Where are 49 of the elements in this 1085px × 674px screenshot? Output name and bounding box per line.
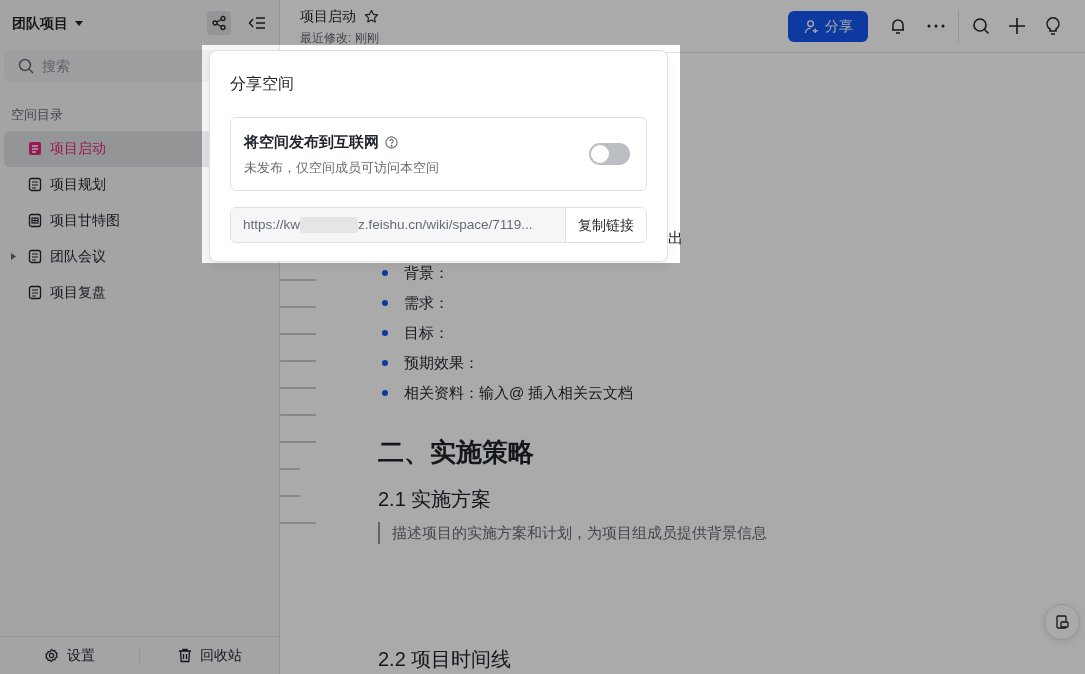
- outline-marker[interactable]: [280, 522, 316, 524]
- document-icon: [28, 141, 42, 157]
- outline-marker[interactable]: [280, 495, 300, 497]
- space-title[interactable]: 团队项目: [12, 12, 68, 34]
- share-icon[interactable]: [207, 11, 231, 35]
- last-modified-text: 最近修改: 刚刚: [300, 29, 379, 47]
- document-icon[interactable]: [1044, 604, 1080, 640]
- list-item-text: 相关资料：输入@ 插入相关云文档: [404, 382, 634, 403]
- bullet-icon: [382, 270, 388, 276]
- outline-marker[interactable]: [280, 468, 300, 470]
- add-user-icon: [803, 18, 819, 34]
- trash-icon: [177, 648, 192, 663]
- list-item-text: 背景：: [404, 262, 449, 283]
- subheading: 2.2 项目时间线: [378, 648, 512, 670]
- bullet-icon: [382, 360, 388, 366]
- document-icon: [28, 249, 42, 265]
- outline-marker[interactable]: [280, 279, 316, 281]
- subheading: 2.1 实施方案: [378, 488, 492, 510]
- settings-icon: [44, 648, 59, 663]
- paragraph-text: 出: [668, 229, 683, 246]
- trash-button[interactable]: 回收站: [140, 644, 279, 667]
- list-item-text: 预期效果：: [404, 352, 479, 373]
- settings-button[interactable]: 设置: [0, 644, 139, 667]
- bullet-icon: [382, 330, 388, 336]
- bullet-icon: [382, 390, 388, 396]
- outline-marker[interactable]: [280, 333, 316, 335]
- share-button[interactable]: 分享: [788, 10, 868, 42]
- outline-marker[interactable]: [280, 387, 316, 389]
- document-title: 项目启动: [300, 6, 356, 26]
- outline-marker[interactable]: [280, 360, 316, 362]
- list-item-text: 需求：: [404, 292, 449, 313]
- bullet-icon: [382, 300, 388, 306]
- outline-marker[interactable]: [280, 414, 316, 416]
- quote-text: 描述项目的实施方案和计划，为项目组成员提供背景信息: [378, 522, 767, 544]
- expand-caret-icon[interactable]: [10, 252, 17, 262]
- list-item-text: 目标：: [404, 322, 449, 343]
- document-icon: [28, 285, 42, 301]
- outline-marker[interactable]: [280, 306, 316, 308]
- section-label: 空间目录: [10, 107, 63, 124]
- help-icon[interactable]: [385, 135, 398, 149]
- star-icon[interactable]: [364, 9, 379, 25]
- document-icon: [28, 177, 42, 193]
- search-icon: [18, 58, 34, 74]
- publish-toggle[interactable]: [589, 143, 630, 165]
- heading: 二、实施策略: [378, 437, 534, 467]
- grid-document-icon: [28, 213, 42, 229]
- dropdown-caret-icon[interactable]: [74, 18, 84, 28]
- sidebar-item[interactable]: 项目复盘: [4, 274, 275, 311]
- outline-marker[interactable]: [280, 441, 316, 443]
